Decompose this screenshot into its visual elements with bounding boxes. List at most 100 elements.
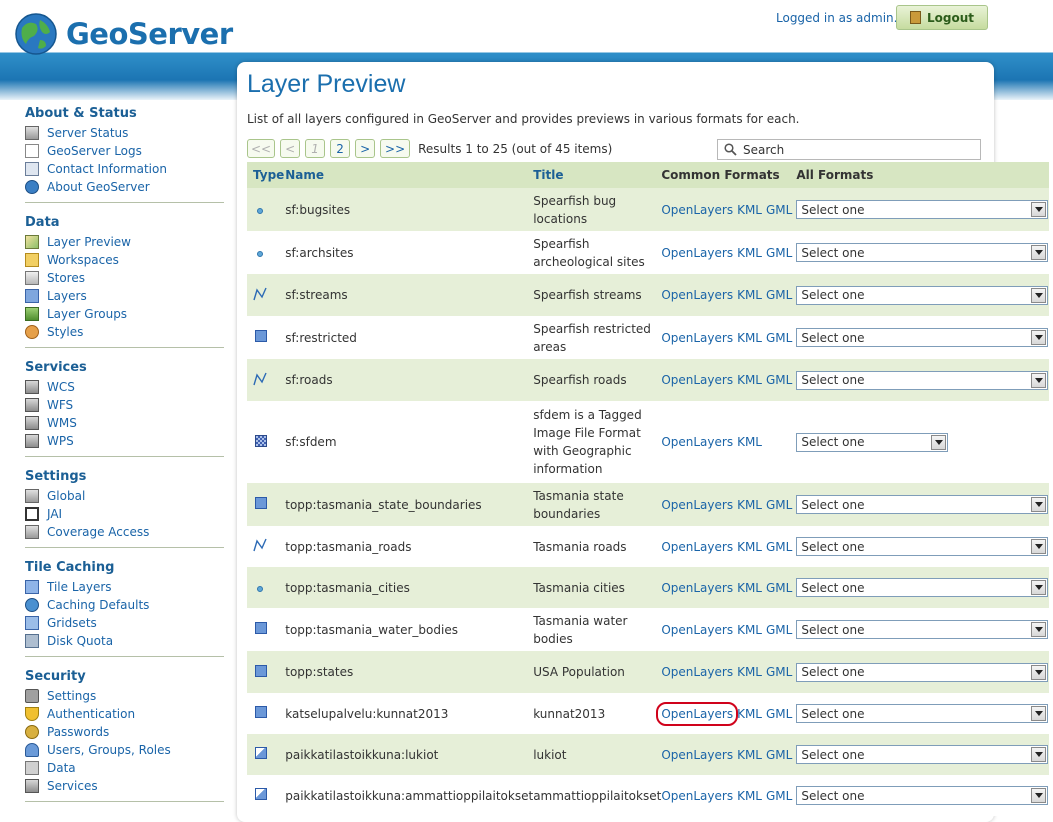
format-link-gml[interactable]: GML <box>766 203 792 217</box>
sidebar-item-gridsets[interactable]: Gridsets <box>25 614 224 632</box>
sidebar-item-label[interactable]: WCS <box>47 380 75 394</box>
format-select[interactable]: Select one <box>796 704 1049 723</box>
sidebar-item-label[interactable]: Coverage Access <box>47 525 149 539</box>
format-select[interactable]: Select one <box>796 786 1049 805</box>
sidebar-item-label[interactable]: Data <box>47 761 76 775</box>
sidebar-item-passwords[interactable]: Passwords <box>25 723 224 741</box>
sidebar-item-contact-information[interactable]: Contact Information <box>25 160 224 178</box>
format-link-kml[interactable]: KML <box>737 246 762 260</box>
format-link-kml[interactable]: KML <box>737 540 762 554</box>
format-link-gml[interactable]: GML <box>766 748 792 762</box>
format-link-gml[interactable]: GML <box>766 246 792 260</box>
format-link-kml[interactable]: KML <box>737 498 762 512</box>
sidebar-item-label[interactable]: Styles <box>47 325 83 339</box>
sidebar-item-disk-quota[interactable]: Disk Quota <box>25 632 224 650</box>
chevron-down-icon[interactable] <box>931 434 947 450</box>
format-link-gml[interactable]: GML <box>766 789 792 803</box>
chevron-down-icon[interactable] <box>1031 539 1047 554</box>
sidebar-item-geoserver-logs[interactable]: GeoServer Logs <box>25 142 224 160</box>
sidebar-item-label[interactable]: Passwords <box>47 725 109 739</box>
format-link-kml[interactable]: KML <box>737 707 762 721</box>
format-link-gml[interactable]: GML <box>766 540 792 554</box>
chevron-down-icon[interactable] <box>1031 664 1047 680</box>
search-input[interactable] <box>741 141 965 158</box>
format-link-kml[interactable]: KML <box>737 623 762 637</box>
column-header-name[interactable]: Name <box>285 162 534 188</box>
sidebar-item-authentication[interactable]: Authentication <box>25 705 224 723</box>
format-select[interactable]: Select one <box>796 620 1049 639</box>
sidebar-item-label[interactable]: WPS <box>47 434 74 448</box>
format-select[interactable]: Select one <box>796 285 1049 305</box>
sidebar-item-label[interactable]: Layers <box>47 289 87 303</box>
format-link-openlayers[interactable]: OpenLayers <box>661 498 733 512</box>
chevron-down-icon[interactable] <box>1031 202 1047 217</box>
sidebar-item-caching-defaults[interactable]: Caching Defaults <box>25 596 224 614</box>
column-header-title[interactable]: Title <box>533 162 662 188</box>
column-header-type[interactable]: Type <box>247 162 286 188</box>
format-select[interactable]: Select one <box>796 432 949 452</box>
format-link-kml[interactable]: KML <box>737 288 762 302</box>
first-page-button[interactable]: << <box>247 139 276 158</box>
format-link-openlayers[interactable]: OpenLayers <box>661 373 733 387</box>
chevron-down-icon[interactable] <box>1031 747 1047 762</box>
chevron-down-icon[interactable] <box>1031 287 1047 303</box>
chevron-down-icon[interactable] <box>1031 372 1047 388</box>
format-select[interactable]: Select one <box>796 243 1049 262</box>
sidebar-item-server-status[interactable]: Server Status <box>25 124 224 142</box>
format-link-gml[interactable]: GML <box>766 288 792 302</box>
format-link-kml[interactable]: KML <box>737 581 762 595</box>
format-link-openlayers[interactable]: OpenLayers <box>661 246 733 260</box>
search-box[interactable] <box>717 139 981 160</box>
format-link-openlayers[interactable]: OpenLayers <box>661 203 733 217</box>
sidebar-item-wms[interactable]: WMS <box>25 414 224 432</box>
sidebar-item-about-geoserver[interactable]: About GeoServer <box>25 178 224 196</box>
format-link-openlayers[interactable]: OpenLayers <box>661 789 733 803</box>
format-link-gml[interactable]: GML <box>766 581 792 595</box>
sidebar-item-label[interactable]: Layer Groups <box>47 307 127 321</box>
chevron-down-icon[interactable] <box>1031 788 1047 803</box>
sidebar-item-layers[interactable]: Layers <box>25 287 224 305</box>
sidebar-item-label[interactable]: Layer Preview <box>47 235 131 249</box>
format-link-openlayers[interactable]: OpenLayers <box>661 623 733 637</box>
format-link-openlayers[interactable]: OpenLayers <box>661 665 733 679</box>
format-select[interactable]: Select one <box>796 495 1049 514</box>
format-link-openlayers[interactable]: OpenLayers <box>661 748 733 762</box>
chevron-down-icon[interactable] <box>1031 622 1047 637</box>
sidebar-item-label[interactable]: Stores <box>47 271 85 285</box>
format-link-openlayers[interactable]: OpenLayers <box>656 701 739 726</box>
format-link-kml[interactable]: KML <box>737 373 762 387</box>
format-link-gml[interactable]: GML <box>766 331 792 345</box>
sidebar-item-styles[interactable]: Styles <box>25 323 224 341</box>
chevron-down-icon[interactable] <box>1031 497 1047 512</box>
format-link-openlayers[interactable]: OpenLayers <box>661 331 733 345</box>
sidebar-item-label[interactable]: Caching Defaults <box>47 598 149 612</box>
format-link-openlayers[interactable]: OpenLayers <box>661 288 733 302</box>
sidebar-item-label[interactable]: Server Status <box>47 126 128 140</box>
sidebar-item-label[interactable]: WMS <box>47 416 77 430</box>
sidebar-item-coverage-access[interactable]: Coverage Access <box>25 523 224 541</box>
sidebar-item-wfs[interactable]: WFS <box>25 396 224 414</box>
format-select[interactable]: Select one <box>796 578 1049 597</box>
sidebar-item-services[interactable]: Services <box>25 777 224 795</box>
format-select[interactable]: Select one <box>796 328 1049 347</box>
format-link-openlayers[interactable]: OpenLayers <box>661 581 733 595</box>
sidebar-item-label[interactable]: Settings <box>47 689 96 703</box>
sidebar-item-settings[interactable]: Settings <box>25 687 224 705</box>
next-page-button[interactable]: > <box>355 139 376 158</box>
page-1-button[interactable]: 1 <box>305 139 326 158</box>
format-link-openlayers[interactable]: OpenLayers <box>661 540 733 554</box>
format-select[interactable]: Select one <box>796 537 1049 556</box>
sidebar-item-label[interactable]: Gridsets <box>47 616 97 630</box>
sidebar-item-tile-layers[interactable]: Tile Layers <box>25 578 224 596</box>
chevron-down-icon[interactable] <box>1031 706 1047 721</box>
sidebar-item-label[interactable]: GeoServer Logs <box>47 144 142 158</box>
format-link-kml[interactable]: KML <box>737 789 762 803</box>
sidebar-item-label[interactable]: Authentication <box>47 707 135 721</box>
sidebar-item-label[interactable]: About GeoServer <box>47 180 150 194</box>
sidebar-item-label[interactable]: WFS <box>47 398 73 412</box>
sidebar-item-label[interactable]: Workspaces <box>47 253 119 267</box>
sidebar-item-workspaces[interactable]: Workspaces <box>25 251 224 269</box>
sidebar-item-global[interactable]: Global <box>25 487 224 505</box>
page-2-button[interactable]: 2 <box>330 139 351 158</box>
sidebar-item-stores[interactable]: Stores <box>25 269 224 287</box>
